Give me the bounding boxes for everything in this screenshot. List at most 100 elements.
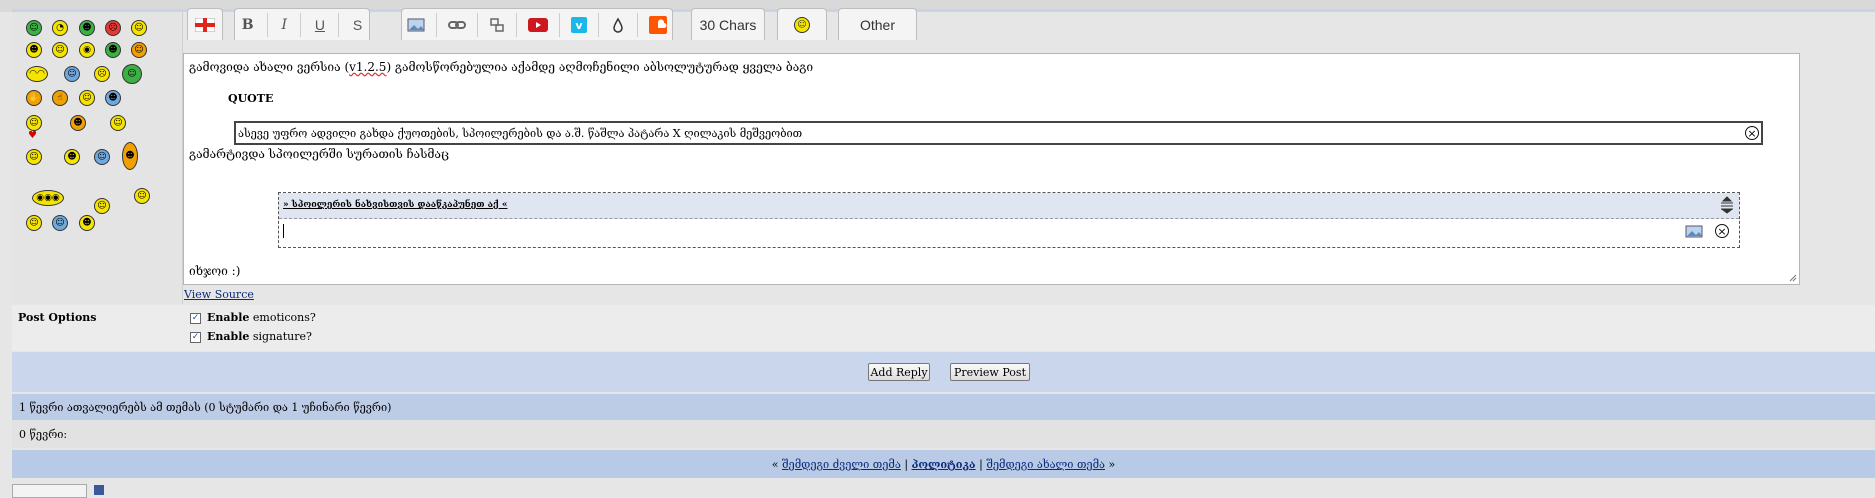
post-options-row: Post Options ✓ Enable emoticons? ✓ Enabl… [12,305,1875,351]
image-icon[interactable] [407,18,425,32]
emoticon-9-icon[interactable]: ☻ [105,42,121,58]
youtube-icon[interactable] [527,17,548,32]
strike-button[interactable]: S [353,17,362,33]
add-reply-button[interactable]: Add Reply [868,363,930,381]
topic-nav: « შემდეგი ძველი თემა | პოლიტიკა | შემდეგ… [12,458,1875,471]
quote-text[interactable]: ასევე უფრო ადვილი გახდა ქუოთების, სპოილე… [238,127,802,140]
quote-close-icon[interactable]: × [1745,126,1759,140]
emoticon-22-icon[interactable]: ☺ [26,149,42,165]
signature-option-text: signature? [252,330,312,343]
nav-close-quote: » [1108,458,1116,471]
emoticon-30-icon[interactable]: ☺ [52,215,68,231]
view-source-link[interactable]: View Source [184,288,254,301]
nav-separator: | [979,458,983,471]
emoticon-2-icon[interactable]: ◔ [52,20,68,36]
heart-icon: ♥ [28,130,37,141]
emoticon-23-icon[interactable]: ☻ [64,149,80,165]
emoticon-18-icon[interactable]: ☻ [105,90,121,106]
emoticon-28-icon[interactable]: ☺ [134,188,150,204]
emoticon-12-icon[interactable]: ☺ [64,66,80,82]
enable-word: Enable [207,330,250,343]
emoticon-16-icon[interactable]: ☝ [52,90,68,106]
divider [338,12,340,37]
emoticon-27-icon[interactable]: ☺ [94,198,110,214]
chars-button[interactable]: 30 Chars [691,8,765,40]
resize-handle-icon[interactable] [1789,274,1797,282]
collapse-icon[interactable] [1719,196,1735,214]
emoticon-15-icon[interactable]: ✋ [26,90,42,106]
divider [516,12,518,37]
svg-text:v: v [575,19,583,32]
emoticons-option-text: emoticons? [252,311,316,324]
post-options-label: Post Options [18,311,97,324]
bottom-widget[interactable] [12,484,87,498]
divider [558,12,560,37]
emoticon-25-icon[interactable]: ☻ [122,142,138,170]
emoticon-8-icon[interactable]: ◉ [79,42,95,58]
quote-icon[interactable] [489,17,505,33]
prev-topic-link[interactable]: შემდეგი ძველი თემა [782,458,901,471]
spoiler-title[interactable]: » სპოილერის ნახვისთვის დააწკაპუნეთ აქ « [283,200,507,210]
editor-line-3: იხჯოი :) [189,264,241,278]
line1-suffix: ) გამოსწორებულია აქამდე აღმოჩენილი აბსოლ… [386,60,814,74]
spoiler-header[interactable]: » სპოილერის ნახვისთვის დააწკაპუნეთ აქ « [279,193,1739,219]
emoticon-31-icon[interactable]: ☻ [79,215,95,231]
emoticon-10-icon[interactable]: ☺ [131,42,147,58]
bold-button[interactable]: B [242,17,254,33]
members-text: 0 წევრი: [19,428,68,441]
emoticon-3-icon[interactable]: ☻ [79,20,95,36]
emoticon-21-icon[interactable]: ☺ [110,115,126,131]
forum-link[interactable]: პოლიტიკა [912,458,976,471]
divider [477,12,479,37]
active-readers-text: 1 წევრი ათვალიერებს ამ თემას (0 სტუმარი … [19,401,392,414]
facebook-icon[interactable] [94,485,104,495]
media-group: v [401,8,673,40]
soundcloud-icon[interactable] [648,15,667,34]
emoticon-5-icon[interactable]: ☺ [131,20,147,36]
smiley-button[interactable]: ☺ [777,8,827,40]
italic-button[interactable]: I [281,17,287,33]
vimeo-icon[interactable]: v [570,16,587,33]
emoticon-24-icon[interactable]: ☺ [94,149,110,165]
emoticons-checkbox[interactable]: ✓ [190,313,201,324]
preview-post-button[interactable]: Preview Post [950,363,1030,381]
active-readers-row: 1 წევრი ათვალიერებს ამ თემას (0 სტუმარი … [12,394,1875,420]
emoticon-13-icon[interactable]: ☹ [94,66,110,82]
emoticon-6-icon[interactable]: ☻ [26,42,42,58]
emoticon-17-icon[interactable]: ☺ [79,90,95,106]
insert-image-icon[interactable] [1685,225,1703,238]
divider [267,12,268,37]
language-flag-button[interactable] [187,8,223,40]
line1-version: v1.2.5 [349,60,387,74]
text-format-group: B I U S [234,8,370,40]
members-row: 0 წევრი: [12,420,1875,448]
enable-word: Enable [207,311,250,324]
emoticon-7-icon[interactable]: ☺ [52,42,68,58]
emoticon-1-icon[interactable]: ☺ [26,20,42,36]
divider [597,12,599,37]
submit-row: Add Reply Preview Post [12,352,1875,392]
emoticon-11-icon[interactable]: ◠◠ [26,66,48,82]
line1-prefix: გამოვიდა ახალი ვერსია ( [189,60,350,74]
editor-line-2: გამარტივდა სპოილერში სურათის ჩასმაც [189,147,450,161]
link-icon[interactable] [448,18,467,32]
signature-option: Enable signature? [207,330,312,343]
drop-icon[interactable] [610,17,626,33]
emoticon-4-icon[interactable]: ☹ [105,20,121,36]
text-cursor [283,224,284,238]
divider [436,12,438,37]
emoticon-29-icon[interactable]: ☺ [26,215,42,231]
emoticon-14-icon[interactable]: ☺ [122,64,142,84]
post-editor[interactable]: გამოვიდა ახალი ვერსია (v1.2.5) გამოსწორე… [183,53,1800,285]
divider [300,12,302,37]
emoticon-19-icon[interactable]: ☺ [26,115,42,131]
smiley-icon: ☺ [794,16,810,33]
underline-button[interactable]: U [315,17,325,33]
emoticon-26-icon[interactable]: ◉◉◉ [32,190,64,206]
emoticon-20-icon[interactable]: ☻ [70,115,86,131]
signature-checkbox[interactable]: ✓ [190,332,201,343]
nav-separator: | [904,458,909,471]
other-button[interactable]: Other [838,8,917,40]
next-topic-link[interactable]: შემდეგი ახალი თემა [986,458,1105,471]
spoiler-close-icon[interactable]: × [1715,224,1729,238]
